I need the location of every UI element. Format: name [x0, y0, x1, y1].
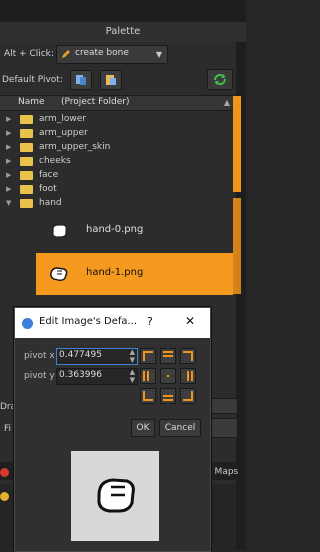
folder-icon	[20, 199, 33, 208]
folder-label: arm_lower	[39, 114, 86, 124]
hand-icon	[50, 267, 68, 281]
image-preview[interactable]	[71, 451, 159, 541]
default-pivot-label: Default Pivot:	[2, 75, 63, 85]
panel-title: Palette	[0, 22, 246, 42]
pencil-icon	[62, 50, 70, 58]
folder-row[interactable]: ▶ cheeks	[0, 154, 233, 168]
paste-pivot-button[interactable]	[100, 70, 122, 90]
pivot-y-input[interactable]: 0.363996 ▲ ▼	[56, 368, 138, 385]
folder-label: cheeks	[39, 156, 71, 166]
expand-icon[interactable]: ▶	[6, 126, 11, 140]
folder-row[interactable]: ▶ foot	[0, 182, 233, 196]
tree-header[interactable]: Name (Project Folder) ▲	[0, 95, 236, 111]
folder-row[interactable]: ▶ face	[0, 168, 233, 182]
collapse-icon[interactable]: ▼	[6, 196, 11, 210]
spin-arrows-icon[interactable]: ▲ ▼	[130, 348, 135, 364]
column-name[interactable]: Name	[18, 97, 45, 107]
dialog-title: Edit Image's Defa...	[39, 316, 138, 327]
alt-click-value: create bone	[75, 48, 129, 58]
folder-row-expanded[interactable]: ▼ hand	[0, 196, 233, 210]
folder-icon	[20, 171, 33, 180]
folder-row[interactable]: ▶ arm_upper	[0, 126, 233, 140]
edit-image-dialog: Edit Image's Defa... ? ✕ pivot x 0.47749…	[14, 307, 211, 552]
align-bottom-right-button[interactable]	[180, 388, 196, 404]
folder-label: arm_upper	[39, 128, 88, 138]
globe-icon	[22, 318, 33, 329]
dialog-titlebar: Edit Image's Defa... ? ✕	[15, 308, 210, 338]
scrollbar-thumb[interactable]	[233, 96, 241, 192]
spin-arrows-icon[interactable]: ▲ ▼	[130, 368, 135, 384]
column-project-folder[interactable]: (Project Folder)	[61, 97, 130, 107]
align-bottom-left-button[interactable]	[140, 388, 156, 404]
expand-icon[interactable]: ▶	[6, 154, 11, 168]
folder-row[interactable]: ▶ arm_lower	[0, 112, 233, 126]
alt-click-label: Alt + Click:	[4, 49, 54, 59]
refresh-button[interactable]	[207, 69, 233, 90]
pivot-x-input[interactable]: 0.477495 ▲ ▼	[56, 348, 138, 365]
sort-up-icon: ▲	[223, 98, 230, 107]
refresh-icon	[214, 74, 226, 85]
expand-icon[interactable]: ▶	[6, 140, 11, 154]
hand-icon	[97, 478, 135, 513]
align-middle-left-button[interactable]	[140, 368, 156, 384]
expand-icon[interactable]: ▶	[6, 182, 11, 196]
align-top-left-button[interactable]	[140, 348, 156, 364]
background-tab: r Maps	[208, 467, 239, 477]
help-button[interactable]: ?	[147, 315, 153, 328]
folder-row[interactable]: ▶ arm_upper_skin	[0, 140, 233, 154]
file-name: hand-0.png	[86, 224, 144, 235]
pivot-y-label: pivot y	[24, 371, 55, 381]
align-middle-right-button[interactable]	[180, 368, 196, 384]
pivot-x-value: 0.477495	[59, 350, 102, 360]
ok-button[interactable]: OK	[131, 419, 155, 437]
alt-click-dropdown[interactable]: create bone ▼	[56, 45, 168, 64]
align-bottom-center-button[interactable]	[160, 388, 176, 404]
folder-icon	[20, 115, 33, 124]
align-top-right-button[interactable]	[180, 348, 196, 364]
close-button[interactable]: ✕	[185, 314, 195, 328]
folder-icon	[20, 185, 33, 194]
cancel-button[interactable]: Cancel	[159, 419, 201, 437]
background-button	[210, 418, 238, 438]
record-icon	[0, 468, 9, 477]
folder-icon	[20, 143, 33, 152]
hand-icon	[52, 224, 67, 238]
paste-pivot-icon	[106, 75, 116, 85]
expand-icon[interactable]: ▶	[6, 112, 11, 126]
background-dropdown	[210, 398, 238, 414]
folder-label: face	[39, 170, 59, 180]
copy-pivot-icon	[76, 75, 86, 85]
folder-icon	[20, 129, 33, 138]
align-top-center-button[interactable]	[160, 348, 176, 364]
scrollbar-track-highlight	[233, 198, 241, 294]
top-bar	[0, 0, 246, 22]
expand-icon[interactable]: ▶	[6, 168, 11, 182]
status-dot-icon	[0, 492, 9, 501]
copy-pivot-button[interactable]	[70, 70, 92, 90]
pivot-x-label: pivot x	[24, 351, 55, 361]
pivot-y-value: 0.363996	[59, 370, 102, 380]
folder-label: hand	[39, 198, 62, 208]
file-row[interactable]: hand-0.png	[36, 210, 233, 252]
chevron-down-icon: ▼	[155, 50, 162, 59]
folder-label: arm_upper_skin	[39, 142, 111, 152]
file-name: hand-1.png	[86, 267, 144, 278]
align-center-button[interactable]	[160, 368, 176, 384]
file-row-selected[interactable]: hand-1.png	[36, 253, 233, 295]
folder-label: foot	[39, 184, 57, 194]
background-text: Fi	[4, 424, 12, 434]
folder-icon	[20, 157, 33, 166]
